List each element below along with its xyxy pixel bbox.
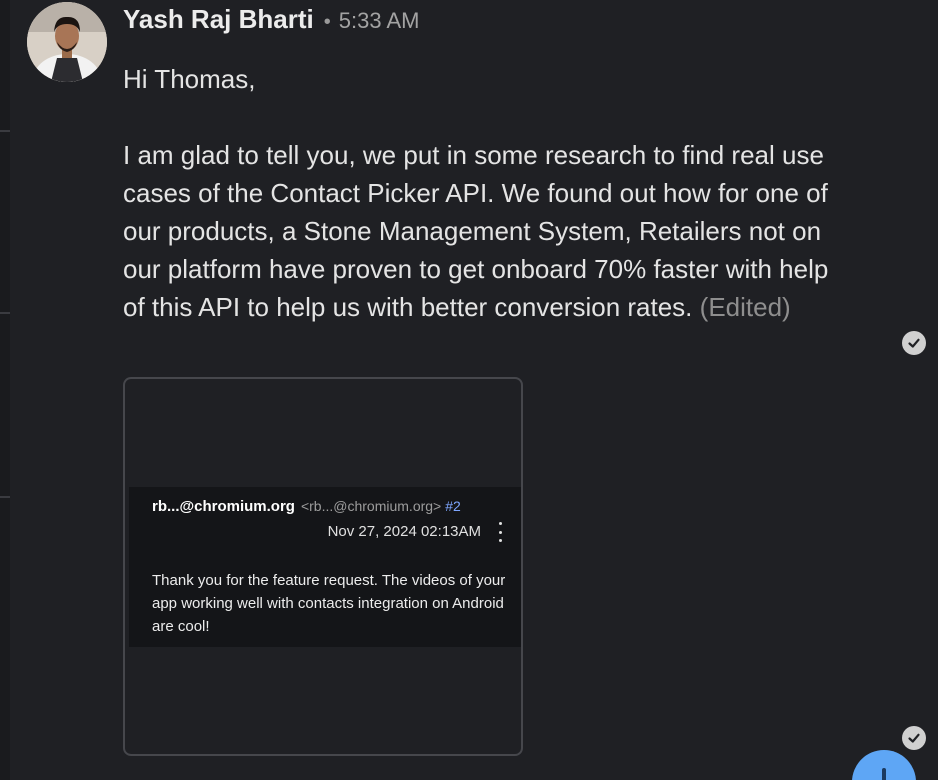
separator-dot: • (323, 11, 331, 33)
email-date: Nov 27, 2024 02:13AM (327, 523, 481, 540)
rail-divider (0, 496, 10, 498)
check-circle-icon (902, 726, 926, 750)
check-circle-icon (902, 331, 926, 355)
comment-number: #2 (445, 498, 461, 514)
add-button[interactable] (852, 750, 916, 780)
email-from: rb...@chromium.org (152, 498, 295, 515)
image-attachment[interactable]: rb...@chromium.org <rb...@chromium.org> #2… (123, 377, 523, 756)
edited-label: (Edited) (699, 292, 791, 322)
message-greeting: Hi Thomas, (123, 64, 256, 94)
email-body: Thank you for the feature request. The v… (152, 572, 506, 635)
message-header: Yash Raj Bharti • 5:33 AM (123, 4, 419, 35)
message-time: 5:33 AM (338, 8, 420, 33)
message-body: I am glad to tell you, we put in some re… (123, 136, 853, 326)
avatar[interactable] (27, 2, 107, 82)
rail-divider (0, 312, 10, 314)
email-sender-line: rb...@chromium.org <rb...@chromium.org> #2 (152, 498, 461, 515)
rail-divider (0, 130, 10, 132)
more-vertical-icon (497, 522, 503, 542)
left-rail (0, 0, 10, 780)
message-text: Hi Thomas, I am glad to tell you, we put… (123, 60, 853, 326)
sender-name[interactable]: Yash Raj Bharti (123, 4, 314, 35)
email-screenshot: rb...@chromium.org <rb...@chromium.org> #2… (129, 487, 521, 647)
chat-view: Yash Raj Bharti • 5:33 AM Hi Thomas, I a… (0, 0, 938, 780)
email-address: <rb...@chromium.org> (300, 498, 442, 514)
